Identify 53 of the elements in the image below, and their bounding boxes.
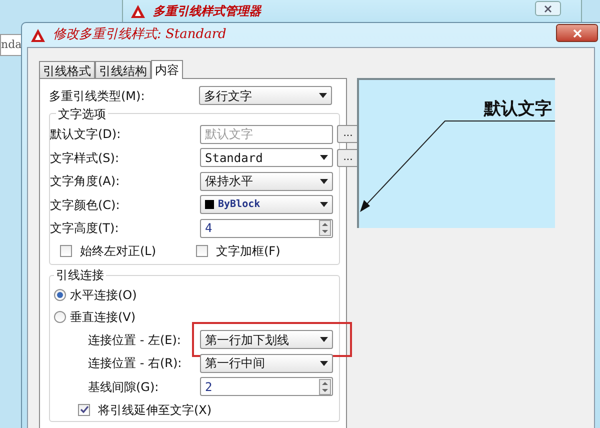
checkbox-label: 将引线延伸至文字(X) <box>98 402 212 418</box>
checkbox[interactable] <box>60 245 72 257</box>
color-dropdown[interactable]: ByBlock <box>200 195 333 214</box>
caret-icon <box>320 155 328 160</box>
caret-icon <box>319 93 327 98</box>
checkbox-label: 文字加框(F) <box>216 243 280 260</box>
field-label: 文字样式(S): <box>50 150 120 167</box>
preview-text: 默认文字 <box>484 101 552 118</box>
close-icon <box>544 4 552 12</box>
logo-icon <box>31 28 45 42</box>
dropdown[interactable]: 第一行中间 <box>200 354 333 373</box>
field-label: 连接位置 - 左(E): <box>87 332 182 349</box>
number-field[interactable]: 2 <box>200 377 333 396</box>
dropdown[interactable]: 第一行加下划线 <box>200 330 333 350</box>
caret-icon <box>320 178 328 184</box>
radio-label: 水平连接(O) <box>70 287 137 304</box>
checkbox[interactable] <box>196 245 208 257</box>
caret-icon <box>320 360 328 366</box>
radio-label: 垂直连接(V) <box>70 309 136 326</box>
dropdown[interactable]: 保持水平 <box>200 172 333 191</box>
field-label: 基线间隙(G): <box>87 378 160 396</box>
color-value: ByBlock <box>218 198 260 212</box>
close-icon <box>572 28 582 38</box>
group-title: 文字选项 <box>57 106 107 122</box>
tab[interactable]: 引线格式 <box>39 61 95 78</box>
group-title: 引线连接 <box>55 267 105 284</box>
browse-button[interactable]: ... <box>337 148 359 167</box>
radio-button[interactable] <box>54 311 66 323</box>
checkbox-label: 始终左对正(L) <box>80 243 156 260</box>
radio-button[interactable] <box>54 289 66 301</box>
field-label: 连接位置 - 右(R): <box>87 355 183 372</box>
close-button[interactable] <box>535 1 561 16</box>
number-field[interactable]: 4 <box>200 218 333 238</box>
field-label: 多重引线类型(M): <box>49 88 146 105</box>
dropdown[interactable]: 多行文字 <box>199 86 332 106</box>
text-style-dropdown[interactable]: Standard <box>200 148 333 168</box>
spinner-arrows-icon[interactable] <box>319 220 331 236</box>
tab[interactable]: 内容 <box>151 60 183 79</box>
browse-button[interactable]: ... <box>337 125 359 144</box>
close-button[interactable] <box>556 24 598 42</box>
window-title: 多重引线样式管理器 <box>153 3 261 20</box>
field-label: 文字角度(A): <box>50 173 121 190</box>
field-label: 默认文字(D): <box>50 126 122 144</box>
spinner-arrows-icon[interactable] <box>319 378 331 395</box>
tab[interactable]: 引线结构 <box>95 61 151 78</box>
field-label: 文字高度(T): <box>50 220 120 238</box>
dialog-title: 修改多重引线样式: Standard <box>53 26 226 44</box>
caret-icon <box>320 337 328 342</box>
field-label: 文字颜色(C): <box>50 196 121 214</box>
caret-icon <box>320 202 328 208</box>
fragment-text: nda <box>1 36 22 53</box>
checkbox[interactable] <box>78 404 90 416</box>
logo-icon <box>131 4 145 18</box>
